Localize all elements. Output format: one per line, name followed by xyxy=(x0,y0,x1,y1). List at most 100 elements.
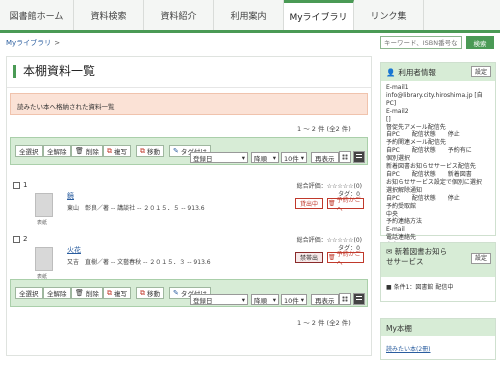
tab-label: 資料紹介 xyxy=(160,11,197,22)
top-nav: 図書館ホーム 資料検索 資料紹介 利用案内 Myライブラリ リンク集 xyxy=(0,0,500,33)
tab-search[interactable]: 資料検索 xyxy=(74,0,144,30)
copy-icon: ⧉ xyxy=(107,146,112,155)
tab-links[interactable]: リンク集 xyxy=(354,0,424,30)
sort-by-select[interactable]: 登録日 ▾ xyxy=(190,152,248,163)
item-header: 2 xyxy=(13,235,27,243)
order-value: 降順 xyxy=(254,296,267,305)
deselect-all-label: 全解除 xyxy=(47,290,67,298)
add-to-reserve-button[interactable]: 🗑 予約かごへ xyxy=(327,251,364,267)
move-label: 移動 xyxy=(147,290,160,298)
my-shelf-title: My本棚 xyxy=(381,319,495,336)
search-button[interactable]: 検索 xyxy=(466,36,494,49)
tag-icon: ✎ xyxy=(173,147,179,155)
status-badge: 貸出中 xyxy=(295,198,323,209)
per-page-select[interactable]: 10件 ▾ xyxy=(281,152,307,163)
order-select[interactable]: 降順 ▾ xyxy=(251,152,279,163)
deselect-all-label: 全解除 xyxy=(47,148,67,156)
item-checkbox[interactable] xyxy=(13,235,20,243)
move-label: 移動 xyxy=(147,148,160,156)
tab-my-library[interactable]: Myライブラリ xyxy=(284,0,354,30)
delete-button[interactable]: 🗑 削除 xyxy=(71,145,103,157)
user-info-line: 自PC 配信状態 予約有に xyxy=(386,147,472,155)
item-checkbox[interactable] xyxy=(13,181,20,189)
new-books-settings-button[interactable]: 設定 xyxy=(470,253,491,264)
sort-by-value: 登録日 xyxy=(193,296,213,305)
toolbar-top: 全選択 全解除 🗑削除 ⧉複写 ⧉移動 ✎タグ付け 登録日▾ 降順▾ 10件▾ … xyxy=(10,137,368,165)
breadcrumb: Myライブラリ > xyxy=(6,38,60,48)
item-number: 2 xyxy=(23,235,28,243)
toolbar-bottom: 全選択 全解除 🗑削除 ⧉複写 ⧉移動 ✎タグ付け 登録日▾ 降順▾ 10件▾ … xyxy=(10,279,368,307)
delete-button[interactable]: 🗑 削除 xyxy=(71,287,103,299)
deselect-all-button[interactable]: 全解除 xyxy=(43,145,71,157)
chevron-down-icon: ▾ xyxy=(241,295,245,304)
user-info-header: 👤 利用者情報 設定 xyxy=(381,63,495,81)
delete-label: 削除 xyxy=(85,290,99,298)
order-select[interactable]: 降順 ▾ xyxy=(251,294,279,305)
breadcrumb-my-library[interactable]: Myライブラリ xyxy=(6,39,51,47)
user-info-panel: 👤 利用者情報 設定 E-mail1 info@library.city.hiro… xyxy=(380,62,496,249)
per-page-select[interactable]: 10件 ▾ xyxy=(281,294,307,305)
copy-label: 複写 xyxy=(114,290,127,298)
sort-by-select[interactable]: 登録日 ▾ xyxy=(190,294,248,305)
book-cover xyxy=(35,193,53,217)
keyword-search-input[interactable] xyxy=(380,36,462,49)
trash-icon: 🗑 xyxy=(328,200,336,207)
list-lines xyxy=(356,154,362,160)
user-info-line: 電話連絡先 xyxy=(386,234,417,242)
select-all-button[interactable]: 全選択 xyxy=(15,145,43,157)
move-button[interactable]: ⧉ 移動 xyxy=(136,145,164,157)
delete-label: 削除 xyxy=(85,148,99,156)
tab-library-home[interactable]: 図書館ホーム xyxy=(0,0,74,30)
chevron-down-icon: ▾ xyxy=(241,153,245,162)
user-info-line: E-mail2 xyxy=(386,107,409,115)
copy-button[interactable]: ⧉ 複写 xyxy=(103,287,131,299)
item-number: 1 xyxy=(23,181,28,189)
user-settings-button[interactable]: 設定 xyxy=(470,66,491,77)
grid-view-icon[interactable] xyxy=(339,151,351,163)
tab-guide[interactable]: 利用案内 xyxy=(214,0,284,30)
user-info-details: E-mail1 info@library.city.hiroshima.jp [自… xyxy=(381,81,495,253)
add-to-reserve-button[interactable]: 🗑 予約かごへ xyxy=(327,197,364,213)
reserve-label: 予約かごへ xyxy=(336,196,361,213)
new-books-panel: ✉ 新着図書お知ら せサービス 設定 ■ 条件1：図書館 配信中 xyxy=(380,242,496,302)
sort-by-value: 登録日 xyxy=(193,154,213,163)
list-item: 2 表紙 火花 又吉 直樹／著 -- 文藝春秋 -- ２０１５．３ -- 913… xyxy=(10,235,368,283)
tab-label: 利用案内 xyxy=(230,11,267,22)
redisplay-label: 再表示 xyxy=(315,154,335,163)
new-books-header: ✉ 新着図書お知ら せサービス 設定 xyxy=(381,243,495,277)
user-info-line: 自PC 配信状態 新着図書 xyxy=(386,170,472,178)
select-all-label: 全選択 xyxy=(19,290,39,298)
grid-dots xyxy=(342,296,348,302)
tab-introduction[interactable]: 資料紹介 xyxy=(144,0,214,30)
book-title-link[interactable]: 鏡 xyxy=(67,191,74,201)
user-info-line: 個別選択 xyxy=(386,155,411,163)
redisplay-button[interactable]: 再表示 xyxy=(311,152,339,163)
copy-button[interactable]: ⧉ 複写 xyxy=(103,145,131,157)
redisplay-button[interactable]: 再表示 xyxy=(311,294,339,305)
deselect-all-button[interactable]: 全解除 xyxy=(43,287,71,299)
move-icon: ⧉ xyxy=(140,146,145,155)
reserve-label: 予約かごへ xyxy=(336,250,361,267)
per-page-value: 10件 xyxy=(284,154,299,163)
user-info-line: [] xyxy=(386,115,391,123)
move-icon: ⧉ xyxy=(140,288,145,297)
book-cover xyxy=(35,247,53,271)
user-info-title: 利用者情報 xyxy=(398,67,436,77)
user-info-line: 新着図書お知らせサービス配信先 xyxy=(386,163,476,171)
grid-view-icon[interactable] xyxy=(339,293,351,305)
list-view-icon[interactable] xyxy=(353,293,365,305)
select-all-button[interactable]: 全選択 xyxy=(15,287,43,299)
mail-icon: ✉ xyxy=(386,247,393,256)
result-count-bottom: 1 ～ 2 件 (全2 件) xyxy=(297,319,351,327)
book-title-link[interactable]: 火花 xyxy=(67,245,81,255)
user-info-line: info@library.city.hiroshima.jp [自PC] xyxy=(386,91,483,107)
breadcrumb-separator: > xyxy=(54,39,61,47)
move-button[interactable]: ⧉ 移動 xyxy=(136,287,164,299)
new-books-title-line1: 新着図書お知ら xyxy=(394,247,448,256)
user-info-line: 自PC 配信状態 停止 xyxy=(386,194,460,202)
user-info-line: 予約連絡方法 xyxy=(386,218,423,226)
select-all-label: 全選択 xyxy=(19,148,39,156)
my-shelf-link[interactable]: 読みたい本(2冊) xyxy=(381,336,495,361)
per-page-value: 10件 xyxy=(284,296,299,305)
list-view-icon[interactable] xyxy=(353,151,365,163)
